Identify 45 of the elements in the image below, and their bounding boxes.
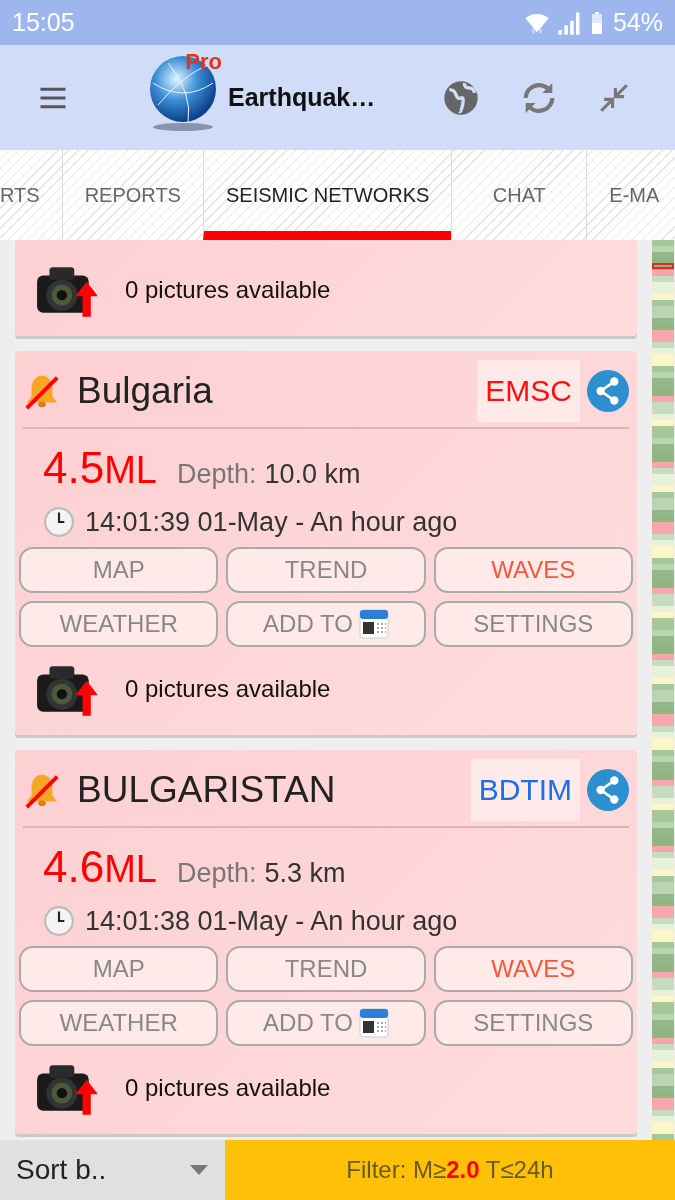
action-button[interactable]: MAP bbox=[19, 547, 219, 593]
depth-value: 10.0 km bbox=[264, 459, 361, 490]
share-icon[interactable] bbox=[587, 769, 629, 811]
source-link[interactable]: EMSC bbox=[477, 360, 580, 422]
caret-icon bbox=[189, 1164, 209, 1176]
action-button[interactable]: ADD TO bbox=[226, 1000, 426, 1046]
action-button[interactable]: WAVES bbox=[433, 946, 633, 992]
pictures-count: 0 pictures available bbox=[125, 675, 331, 703]
app-title: Earthquak… bbox=[228, 83, 377, 112]
magnitude: 4.6 bbox=[43, 842, 105, 892]
depth-label: Depth: bbox=[176, 858, 257, 889]
magnitude: 4.5 bbox=[43, 443, 105, 493]
region-name: Bulgaria bbox=[77, 370, 214, 412]
filter-bar[interactable]: Filter: M≥2.0 T≤24h bbox=[225, 1140, 675, 1200]
calendar-icon bbox=[358, 609, 389, 639]
action-button[interactable]: TREND bbox=[226, 946, 426, 992]
tab[interactable]: RTS bbox=[0, 150, 62, 240]
calendar-icon bbox=[358, 1008, 389, 1038]
action-button[interactable]: WEATHER bbox=[19, 1000, 219, 1046]
source-link[interactable]: BDTIM bbox=[470, 759, 580, 821]
event-strip-drawing[interactable] bbox=[652, 240, 674, 1140]
action-button[interactable]: MAP bbox=[19, 946, 219, 992]
sort-dropdown[interactable]: Sort b.. bbox=[0, 1140, 225, 1200]
clock-icon bbox=[43, 905, 75, 937]
battery-icon bbox=[590, 10, 603, 35]
depth-value: 5.3 km bbox=[264, 858, 346, 889]
event-time: 14:01:39 01-May - An hour ago bbox=[85, 506, 458, 538]
action-button[interactable]: WEATHER bbox=[19, 601, 219, 647]
battery-level: 54% bbox=[612, 8, 663, 37]
event-time: 14:01:38 01-May - An hour ago bbox=[85, 905, 458, 937]
depth-label: Depth: bbox=[176, 459, 257, 490]
share-icon[interactable] bbox=[587, 370, 629, 412]
filter-text: Filter: M≥2.0 T≤24h bbox=[346, 1156, 554, 1184]
action-button[interactable]: WAVES bbox=[433, 547, 633, 593]
pictures-count: 0 pictures available bbox=[125, 1074, 331, 1102]
action-button[interactable]: SETTINGS bbox=[433, 1000, 633, 1046]
pictures-count: 0 pictures available bbox=[125, 276, 331, 304]
magnitude-scale: ML bbox=[104, 449, 157, 492]
action-button[interactable]: SETTINGS bbox=[433, 601, 633, 647]
action-button[interactable]: TREND bbox=[226, 547, 426, 593]
clock-icon bbox=[43, 506, 75, 538]
action-button[interactable]: ADD TO bbox=[226, 601, 426, 647]
region-name: BULGARISTAN bbox=[77, 769, 337, 811]
clock-time: 15:05 bbox=[12, 8, 75, 37]
magnitude-scale: ML bbox=[104, 848, 157, 891]
